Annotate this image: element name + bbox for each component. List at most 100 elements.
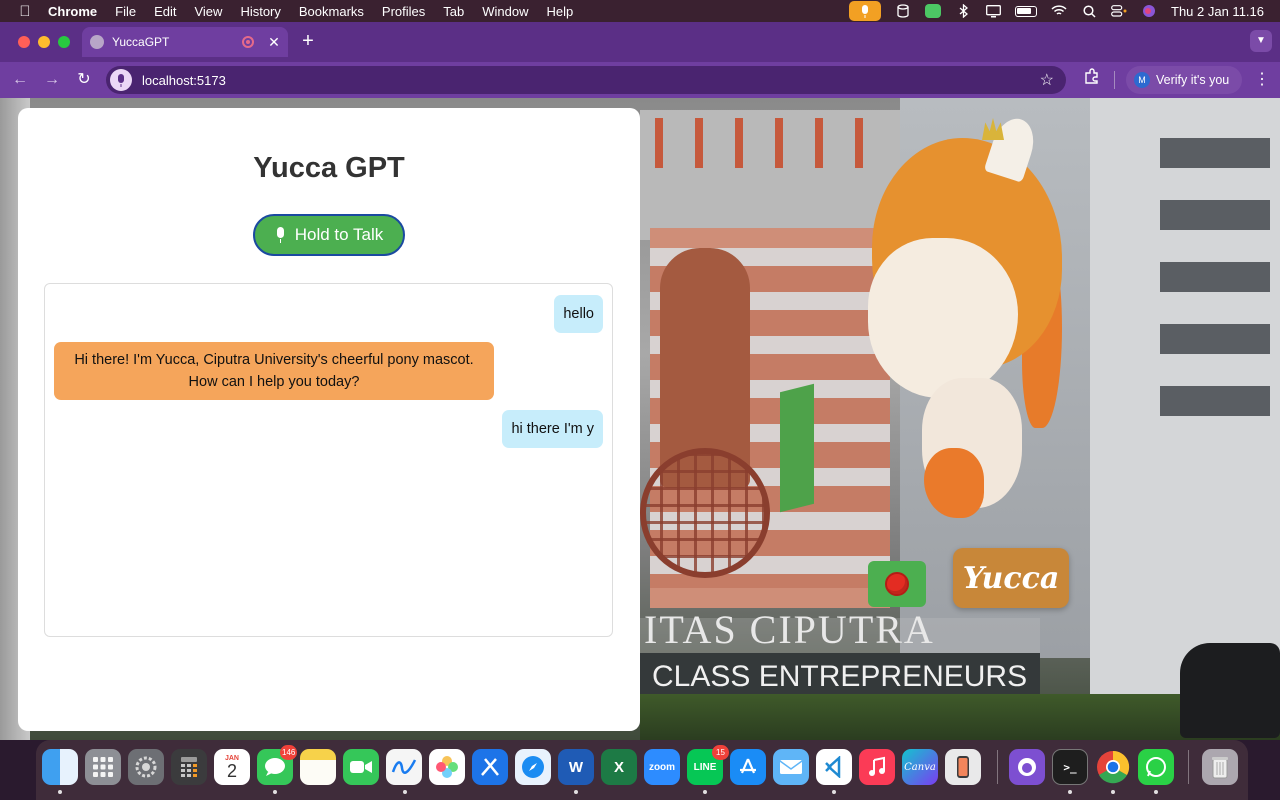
pony-mascot-3d-model[interactable] [862, 113, 1092, 518]
system-settings-icon[interactable] [128, 749, 164, 785]
menu-file[interactable]: File [115, 4, 136, 19]
toolbar-divider [1114, 71, 1115, 89]
new-tab-button[interactable]: + [298, 30, 318, 52]
background-building-stripes [655, 118, 875, 168]
running-indicator [273, 790, 277, 794]
menu-bookmarks[interactable]: Bookmarks [299, 4, 364, 19]
canva-icon[interactable]: Canva [902, 749, 938, 785]
chat-history[interactable]: hello Hi there! I'm Yucca, Ciputra Unive… [44, 283, 613, 637]
page-title: Yucca GPT [253, 152, 405, 184]
line-badge: 15 [712, 745, 729, 760]
assistant-message: Hi there! I'm Yucca, Ciputra University'… [54, 342, 494, 400]
photos-icon[interactable] [429, 749, 465, 785]
facetime-icon[interactable] [343, 749, 379, 785]
database-icon[interactable] [895, 4, 911, 18]
globe-sculpture-image [640, 448, 770, 578]
menu-help[interactable]: Help [547, 4, 574, 19]
messages-badge: 146 [280, 745, 298, 760]
reload-icon[interactable]: ↻ [72, 68, 96, 92]
running-indicator [403, 790, 407, 794]
mic-in-use-icon[interactable] [849, 1, 881, 21]
music-icon[interactable] [859, 749, 895, 785]
notes-icon[interactable] [300, 749, 336, 785]
calculator-icon[interactable] [171, 749, 207, 785]
launchpad-icon[interactable] [85, 749, 121, 785]
url-text[interactable]: localhost:5173 [142, 73, 1040, 88]
microphone-icon [275, 227, 285, 243]
xcode-icon[interactable] [472, 749, 508, 785]
menu-app-name[interactable]: Chrome [48, 4, 97, 19]
calendar-icon[interactable]: JAN 2 [214, 749, 250, 785]
car-image [1180, 643, 1280, 738]
battery-icon[interactable] [1015, 5, 1037, 17]
safari-icon[interactable] [515, 749, 551, 785]
tab-title: YuccaGPT [112, 35, 170, 49]
back-arrow-icon[interactable]: ← [8, 68, 32, 92]
chrome-icon[interactable] [1095, 749, 1131, 785]
stop-recording-button[interactable] [868, 561, 926, 607]
tab-search-icon[interactable]: ▼ [1250, 30, 1272, 52]
bookmark-star-icon[interactable]: ☆ [1040, 70, 1054, 90]
line-status-icon[interactable] [925, 4, 941, 18]
running-indicator [58, 790, 62, 794]
mascot-face [868, 238, 1018, 398]
address-bar[interactable]: localhost:5173 ☆ [106, 66, 1066, 94]
app-store-icon[interactable] [730, 749, 766, 785]
window-minimize-icon[interactable] [38, 36, 50, 48]
menu-edit[interactable]: Edit [154, 4, 176, 19]
running-indicator [1111, 790, 1115, 794]
user-message: hi there I'm y [502, 410, 603, 448]
window-close-icon[interactable] [18, 36, 30, 48]
finder-icon[interactable] [42, 749, 78, 785]
menu-history[interactable]: History [240, 4, 280, 19]
mail-icon[interactable] [773, 749, 809, 785]
apple-menu-icon[interactable]:  [16, 3, 34, 20]
control-center-icon[interactable] [1111, 4, 1127, 18]
siri-icon[interactable] [1141, 4, 1157, 18]
spotlight-search-icon[interactable] [1081, 4, 1097, 18]
word-icon[interactable]: W [558, 749, 594, 785]
profile-verify-label: Verify it's you [1156, 73, 1230, 87]
background-building-windows [1160, 138, 1270, 438]
menu-window[interactable]: Window [482, 4, 528, 19]
menu-profiles[interactable]: Profiles [382, 4, 425, 19]
excel-icon[interactable]: X [601, 749, 637, 785]
green-flag-image [780, 383, 814, 513]
mascot-tail [924, 448, 984, 518]
hold-to-talk-label: Hold to Talk [294, 225, 384, 244]
site-mic-permission-icon[interactable] [110, 69, 132, 91]
window-zoom-icon[interactable] [58, 36, 70, 48]
vscode-icon[interactable] [816, 749, 852, 785]
menubar-clock[interactable]: Thu 2 Jan 11.16 [1171, 4, 1264, 19]
record-dot-icon [885, 572, 909, 596]
menu-tab[interactable]: Tab [443, 4, 464, 19]
browser-menu-icon[interactable]: ⋮ [1254, 68, 1270, 92]
menu-view[interactable]: View [194, 4, 222, 19]
profile-verify-button[interactable]: M Verify it's you [1126, 66, 1242, 94]
running-indicator [574, 790, 578, 794]
zoom-icon[interactable]: zoom [644, 749, 680, 785]
github-desktop-icon[interactable] [1009, 749, 1045, 785]
dock-divider [997, 750, 998, 784]
running-indicator [1154, 790, 1158, 794]
calendar-day: 2 [226, 760, 237, 781]
whatsapp-icon[interactable] [1138, 749, 1174, 785]
running-indicator [832, 790, 836, 794]
page-viewport: ITAS CIPUTRA CLASS ENTREPRENEURS Yucca Y… [0, 98, 1280, 740]
mascot-name-badge: Yucca [953, 548, 1069, 608]
browser-tab-active[interactable]: YuccaGPT ✕ [82, 27, 288, 57]
tab-close-icon[interactable]: ✕ [266, 34, 282, 51]
tab-favicon-icon [90, 35, 104, 49]
freeform-icon[interactable] [386, 749, 422, 785]
display-icon[interactable] [985, 4, 1001, 18]
extensions-puzzle-icon[interactable] [1080, 68, 1104, 92]
campus-sign-text: ITAS CIPUTRA [644, 607, 935, 652]
bluetooth-icon[interactable] [955, 4, 971, 18]
trash-icon[interactable] [1202, 749, 1238, 785]
terminal-icon[interactable]: >_ [1052, 749, 1088, 785]
iphone-mirroring-icon[interactable] [945, 749, 981, 785]
hold-to-talk-button[interactable]: Hold to Talk [253, 214, 405, 256]
running-indicator [1068, 790, 1072, 794]
forward-arrow-icon[interactable]: → [40, 68, 64, 92]
wifi-icon[interactable] [1051, 4, 1067, 18]
